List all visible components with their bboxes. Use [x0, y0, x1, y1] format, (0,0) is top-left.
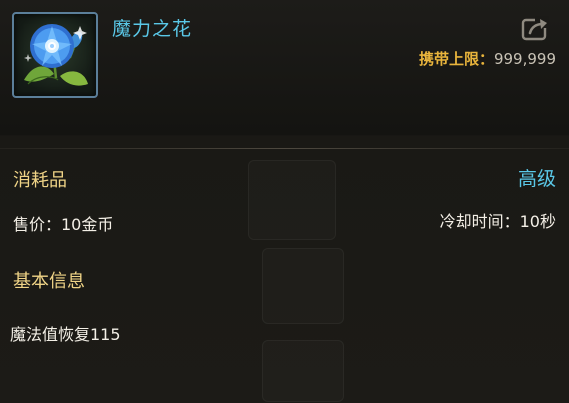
carry-limit-value: 999,999 [493, 50, 556, 68]
carry-limit-label: 携带上限： [418, 50, 494, 68]
share-icon [521, 16, 549, 41]
section-divider [0, 148, 569, 149]
blue-flower-icon [24, 24, 88, 86]
background-slot [262, 248, 344, 324]
basic-info-title: 基本信息 [13, 271, 85, 292]
background-slot [248, 160, 336, 240]
item-tooltip-panel: 魔力之花 携带上限：999,999 消耗品 高级 售价：10金币 冷却时间：10… [0, 0, 569, 403]
item-cooldown: 冷却时间：10秒 [439, 212, 556, 231]
item-price: 售价：10金币 [13, 215, 114, 234]
item-grade: 高级 [517, 168, 556, 190]
background-slot [262, 340, 344, 402]
carry-limit: 携带上限：999,999 [419, 48, 556, 69]
share-button[interactable] [521, 14, 551, 42]
item-header: 魔力之花 携带上限：999,999 [0, 0, 569, 135]
item-effect: 魔法值恢复115 [10, 325, 121, 344]
item-category: 消耗品 [13, 170, 67, 191]
item-icon-frame [12, 12, 98, 98]
item-name: 魔力之花 [112, 18, 193, 40]
